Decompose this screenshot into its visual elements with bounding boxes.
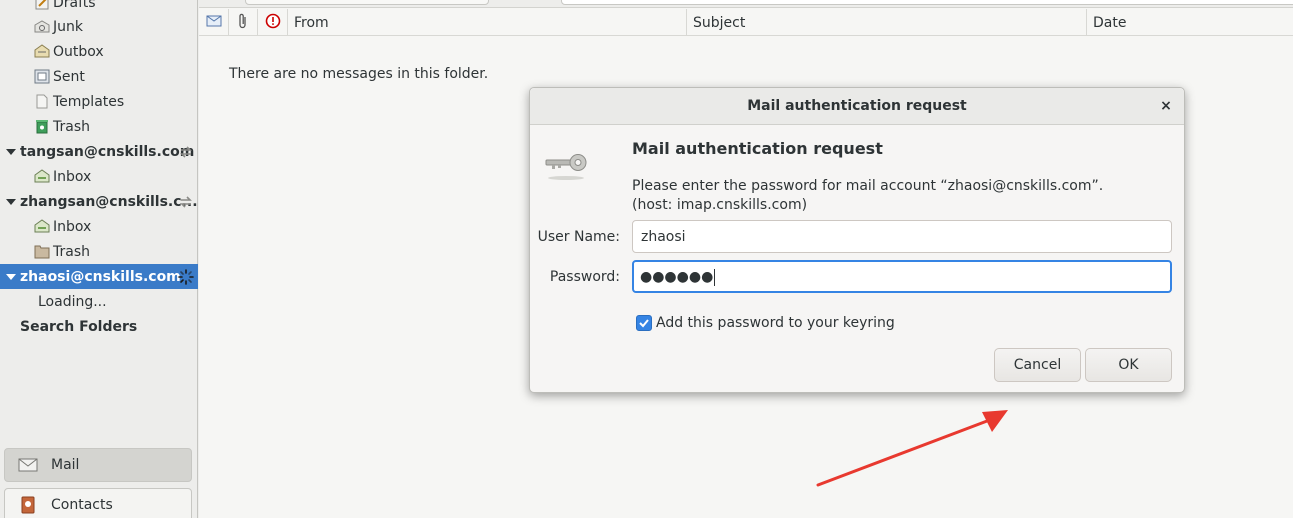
important-flag-icon xyxy=(265,13,281,33)
trash-icon xyxy=(34,119,50,134)
account-tangsan[interactable]: tangsan@cnskills.com xyxy=(0,139,198,164)
folder-inbox-zhangsan[interactable]: Inbox xyxy=(0,214,198,239)
dialog-title: Mail authentication request xyxy=(747,98,967,114)
toolbar-button[interactable] xyxy=(245,0,489,5)
column-subject-label: Subject xyxy=(693,14,746,31)
folder-label: Sent xyxy=(53,68,85,85)
password-dots: ●●●●●● xyxy=(640,269,714,285)
column-subject[interactable]: Subject xyxy=(687,9,1087,36)
folder-label: Outbox xyxy=(53,43,104,60)
account-zhangsan[interactable]: zhangsan@cnskills.c... xyxy=(0,189,198,214)
cancel-button[interactable]: Cancel xyxy=(994,348,1081,382)
folder-label: Inbox xyxy=(53,218,92,235)
expander-chevron-icon[interactable] xyxy=(4,195,18,209)
column-date[interactable]: Date xyxy=(1087,9,1293,36)
column-important[interactable] xyxy=(258,9,288,36)
checkmark-icon xyxy=(639,319,649,328)
loading-label: Loading... xyxy=(38,293,107,310)
inbox-icon xyxy=(34,169,50,184)
toolbar-remnant xyxy=(199,0,1293,8)
loading-placeholder: Loading... xyxy=(0,289,198,314)
folder-label: Drafts xyxy=(53,0,96,11)
search-folders-label: Search Folders xyxy=(20,318,138,335)
account-label: tangsan@cnskills.com xyxy=(20,143,195,160)
column-from-label: From xyxy=(294,14,329,31)
mail-switcher-button[interactable]: Mail xyxy=(4,448,192,482)
folder-outbox[interactable]: Outbox xyxy=(0,39,198,64)
password-label: Password: xyxy=(549,269,620,285)
keyring-checkbox[interactable] xyxy=(636,315,652,331)
username-label: User Name: xyxy=(537,229,620,245)
close-icon[interactable]: × xyxy=(1158,98,1174,114)
expander-chevron-icon[interactable] xyxy=(4,145,18,159)
sent-icon xyxy=(34,69,50,84)
folder-junk[interactable]: Junk xyxy=(0,14,198,39)
contacts-switcher-label: Contacts xyxy=(51,497,113,513)
account-label: zhaosi@cnskills.com xyxy=(20,268,181,285)
account-zhaosi[interactable]: zhaosi@cnskills.com xyxy=(0,264,198,289)
sync-icon[interactable] xyxy=(178,144,194,160)
ok-button[interactable]: OK xyxy=(1085,348,1172,382)
loading-spinner-icon xyxy=(178,269,194,285)
folder-label: Trash xyxy=(53,243,90,260)
folder-label: Inbox xyxy=(53,168,92,185)
mail-switcher-label: Mail xyxy=(51,457,80,473)
folder-label: Templates xyxy=(53,93,125,110)
key-icon xyxy=(544,148,588,182)
junk-icon xyxy=(34,19,50,34)
envelope-status-icon xyxy=(206,15,222,31)
folder-label: Trash xyxy=(53,118,90,135)
column-attachment[interactable] xyxy=(229,9,258,36)
folder-sidebar: Drafts Junk Outbox Sent Templates Trash … xyxy=(0,0,198,518)
outbox-icon xyxy=(34,44,50,59)
search-bar[interactable] xyxy=(561,0,1293,5)
folder-sent[interactable]: Sent xyxy=(0,64,198,89)
folder-trash-zhangsan[interactable]: Trash xyxy=(0,239,198,264)
sync-icon[interactable] xyxy=(178,194,194,210)
password-mask: ●●●●●● xyxy=(640,268,716,286)
column-status[interactable] xyxy=(199,9,229,36)
column-date-label: Date xyxy=(1093,14,1127,31)
annotation-arrow-icon xyxy=(816,410,1008,487)
mail-icon xyxy=(17,457,39,473)
column-header-row: From Subject Date xyxy=(199,9,1293,36)
paperclip-icon xyxy=(238,13,248,33)
empty-folder-message: There are no messages in this folder. xyxy=(229,66,489,82)
dialog-description: Please enter the password for mail accou… xyxy=(632,177,1103,215)
contacts-switcher-button[interactable]: Contacts xyxy=(4,488,192,518)
keyring-checkbox-label[interactable]: Add this password to your keyring xyxy=(656,315,895,331)
folder-icon xyxy=(34,244,50,259)
dialog-titlebar[interactable]: Mail authentication request xyxy=(530,88,1184,125)
folder-drafts[interactable]: Drafts xyxy=(0,0,198,15)
username-field[interactable] xyxy=(632,220,1172,253)
text-caret xyxy=(714,268,716,286)
account-label: zhangsan@cnskills.c... xyxy=(20,193,198,210)
inbox-icon xyxy=(34,219,50,234)
column-from[interactable]: From xyxy=(288,9,687,36)
folder-label: Junk xyxy=(53,18,83,35)
search-folders[interactable]: Search Folders xyxy=(0,314,198,339)
auth-dialog: Mail authentication request × Mail authe… xyxy=(529,87,1185,393)
drafts-icon xyxy=(34,0,50,10)
contacts-icon xyxy=(17,496,39,514)
folder-templates[interactable]: Templates xyxy=(0,89,198,114)
description-host-line: (host: imap.cnskills.com) xyxy=(632,197,808,213)
expander-chevron-icon[interactable] xyxy=(4,270,18,284)
dialog-heading: Mail authentication request xyxy=(632,139,883,158)
templates-icon xyxy=(34,94,50,109)
folder-inbox-tangsan[interactable]: Inbox xyxy=(0,164,198,189)
description-account-line: Please enter the password for mail accou… xyxy=(632,178,1104,194)
folder-trash[interactable]: Trash xyxy=(0,114,198,139)
